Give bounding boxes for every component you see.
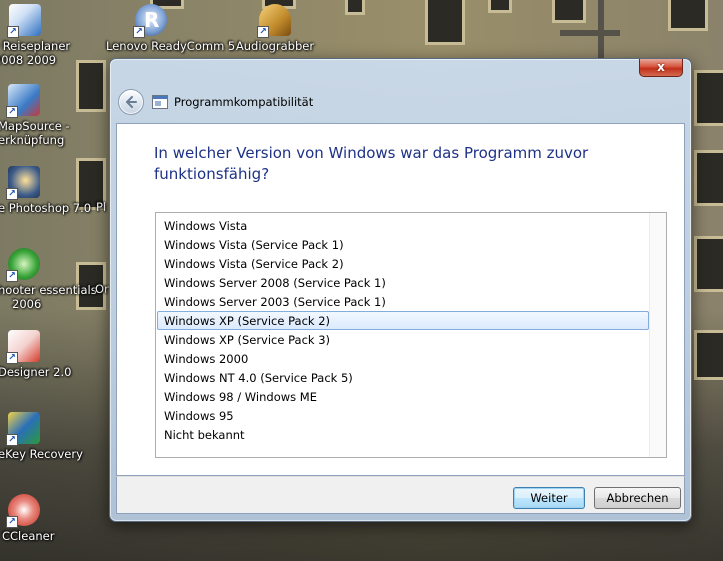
wallpaper-window — [694, 150, 723, 206]
shortcut-arrow-icon: ↗ — [6, 106, 18, 118]
keyrecovery-app-icon: ↗ — [6, 412, 40, 446]
desktop-icon-ccleaner[interactable]: ↗ CCleaner — [0, 494, 88, 543]
desktop-icon-readycomm[interactable]: R ↗ Lenovo ReadyComm 5 — [106, 4, 236, 53]
question-heading: In welcher Version von Windows war das P… — [154, 144, 589, 183]
dialog-content: In welcher Version von Windows war das P… — [116, 123, 685, 476]
wallpaper-window — [425, 0, 465, 45]
back-button[interactable] — [118, 89, 144, 115]
close-button[interactable]: x — [639, 59, 683, 77]
program-window-icon — [152, 95, 168, 109]
desktop-icon-label: Lenovo ReadyComm 5 — [106, 39, 236, 53]
list-item[interactable]: Windows Vista (Service Pack 1) — [157, 235, 649, 254]
desktop-icon-label: Designer 2.0 — [0, 365, 72, 379]
shortcut-arrow-icon: ↗ — [6, 188, 18, 200]
next-button[interactable]: Weiter — [513, 487, 585, 509]
desktop-icon-mapsource[interactable]: ↗ MapSource - erknüpfung — [0, 84, 88, 147]
wallpaper-window — [488, 0, 512, 13]
desktop-icon-label: ßer Reiseplaner — [0, 39, 71, 53]
desktop-icon-label: hooter essentials — [0, 283, 97, 297]
mapsource-app-icon: ↗ — [6, 84, 40, 118]
list-item[interactable]: Windows 2000 — [157, 349, 649, 368]
list-item-selected[interactable]: Windows XP (Service Pack 2) — [157, 311, 649, 330]
audiograbber-app-icon: ↗ — [257, 4, 291, 38]
wallpaper-window — [552, 0, 586, 23]
dialog-title: Programmkompatibilität — [174, 95, 314, 109]
list-item[interactable]: Windows Vista — [157, 216, 649, 235]
list-item[interactable]: Windows Server 2008 (Service Pack 1) — [157, 273, 649, 292]
list-item[interactable]: Windows NT 4.0 (Service Pack 5) — [157, 368, 649, 387]
version-list-items: Windows Vista Windows Vista (Service Pack… — [157, 216, 649, 444]
shortcut-arrow-icon: ↗ — [257, 26, 269, 38]
desktop-icon-reiseplaner[interactable]: ↗ ßer Reiseplaner 2008 2009 — [0, 4, 70, 67]
photoshop-app-icon: ↗ — [6, 166, 40, 200]
readycomm-app-icon: R ↗ — [133, 4, 167, 38]
shortcut-arrow-icon: ↗ — [7, 26, 19, 38]
desktop-icon-label: eKey Recovery — [0, 447, 83, 461]
wallpaper-window — [694, 70, 723, 126]
desktop-icon-photoshop[interactable]: ↗ e Photoshop 7.0 — [0, 166, 92, 215]
desktop-icon-label: 2008 2009 — [0, 53, 57, 67]
desktop-icon-label: Audiograbber — [235, 39, 315, 53]
list-item[interactable]: Windows XP (Service Pack 3) — [157, 330, 649, 349]
reiseplaner-app-icon: ↗ — [7, 4, 41, 38]
desktop-icon-label: 2006 — [12, 297, 42, 311]
windows-version-list[interactable]: Windows Vista Windows Vista (Service Pack… — [155, 212, 667, 458]
designer-app-icon: ↗ — [6, 330, 40, 364]
shortcut-arrow-icon: ↗ — [133, 26, 145, 38]
wallpaper-window — [668, 0, 708, 31]
ccleaner-app-icon: ↗ — [6, 494, 40, 528]
wallpaper-pipe — [560, 30, 620, 36]
compatibility-dialog: x Programmkompatibilität In welcher Vers… — [109, 58, 692, 522]
wallpaper-window — [694, 330, 723, 380]
dialog-footer: Weiter Abbrechen — [116, 476, 685, 514]
shortcut-arrow-icon: ↗ — [6, 352, 18, 364]
shooter-app-icon: ↗ — [6, 248, 40, 282]
list-item[interactable]: Windows Server 2003 (Service Pack 1) — [157, 292, 649, 311]
desktop-icon-shooter[interactable]: ↗ hooter essentials 2006 — [0, 248, 97, 311]
list-item[interactable]: Nicht bekannt — [157, 425, 649, 444]
desktop-icon-label: erknüpfung — [0, 133, 65, 147]
back-arrow-icon — [126, 96, 137, 108]
desktop-icon-label: MapSource - — [0, 119, 70, 133]
desktop-icon-label: e Photoshop 7.0 — [0, 201, 92, 215]
desktop-icon-keyrecovery[interactable]: ↗ eKey Recovery — [0, 412, 88, 461]
close-icon: x — [657, 60, 665, 74]
wallpaper-window — [345, 0, 365, 15]
desktop-icon-designer[interactable]: ↗ Designer 2.0 — [0, 330, 88, 379]
shortcut-arrow-icon: ↗ — [6, 270, 18, 282]
list-item[interactable]: Windows Vista (Service Pack 2) — [157, 254, 649, 273]
shortcut-arrow-icon: ↗ — [6, 516, 18, 528]
cancel-button[interactable]: Abbrechen — [594, 487, 681, 509]
list-item[interactable]: Windows 95 — [157, 406, 649, 425]
wallpaper-window — [694, 236, 723, 292]
list-scrollbar[interactable] — [649, 213, 666, 457]
list-item[interactable]: Windows 98 / Windows ME — [157, 387, 649, 406]
desktop-icon-audiograbber[interactable]: ↗ Audiograbber — [230, 4, 320, 53]
desktop-icon-label: CCleaner — [2, 529, 55, 543]
shortcut-arrow-icon: ↗ — [6, 434, 18, 446]
